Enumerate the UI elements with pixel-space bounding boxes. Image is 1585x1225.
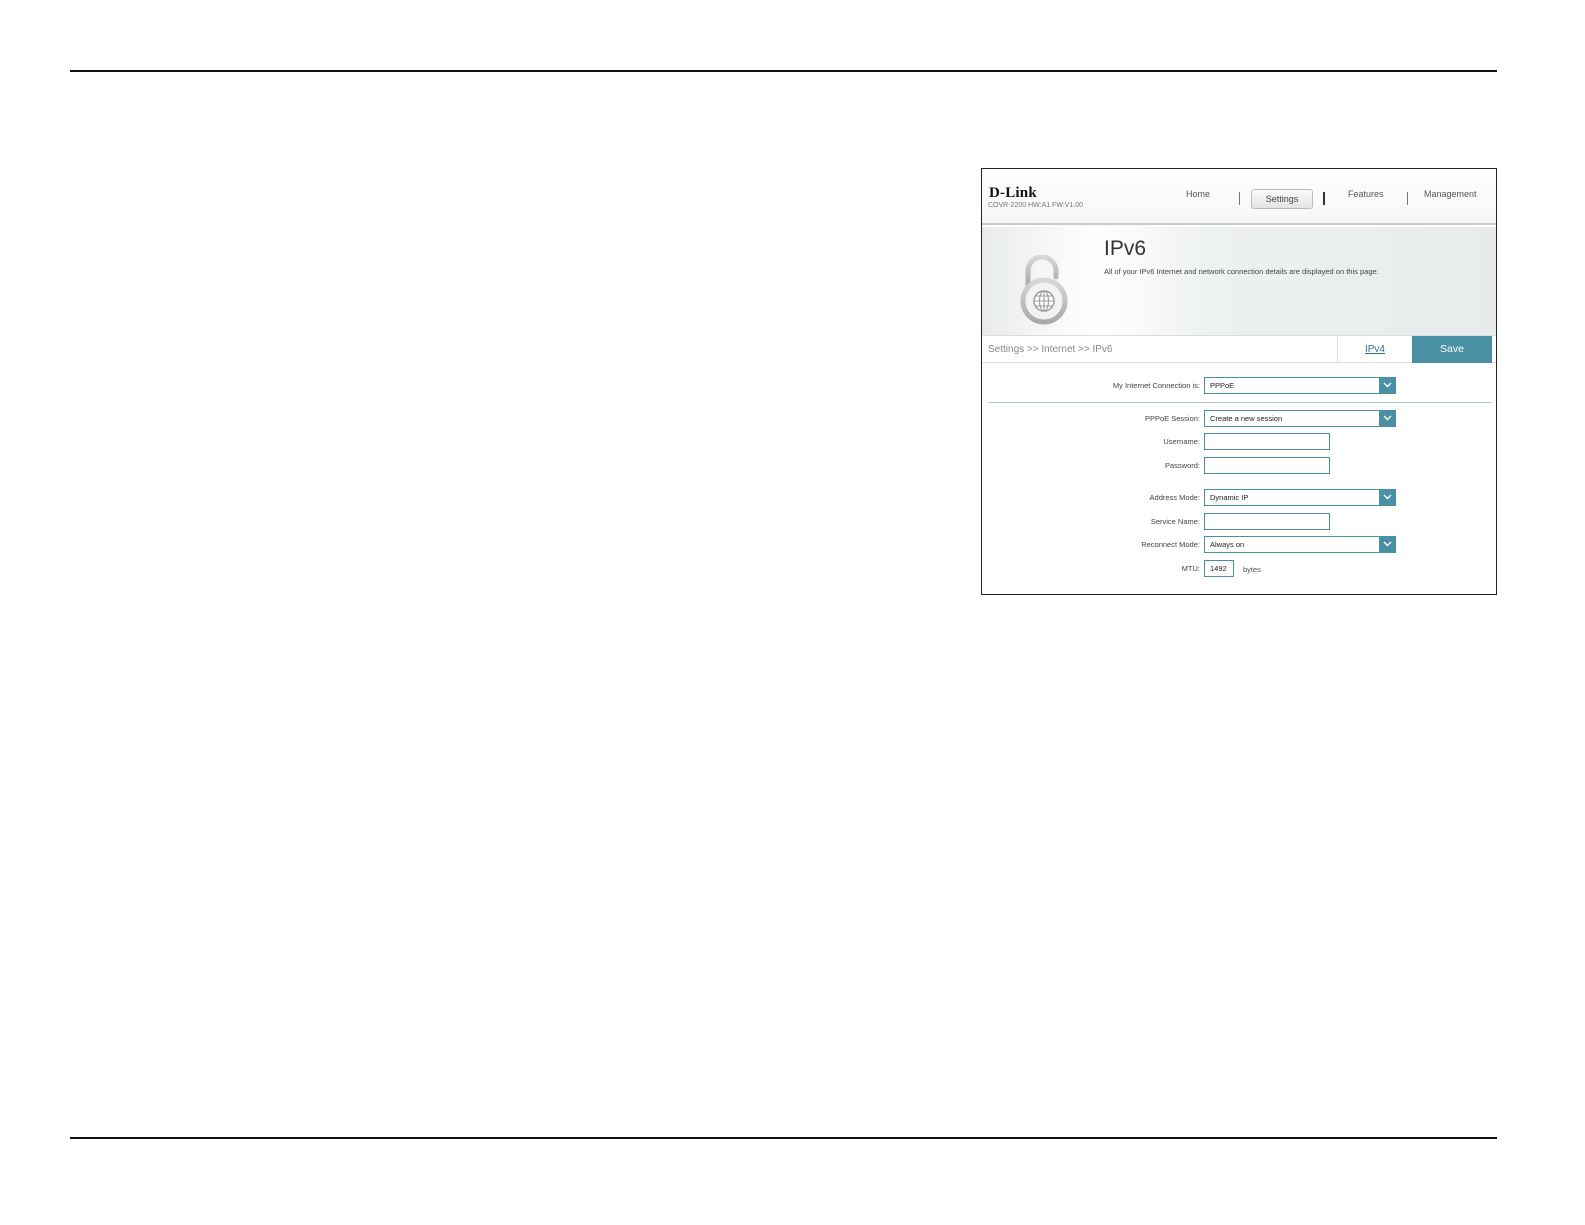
mtu-label: MTU: xyxy=(1181,564,1200,573)
password-label: Password: xyxy=(1164,461,1200,470)
page-description: All of your IPv6 Internet and network co… xyxy=(1104,267,1379,276)
reconnect-mode-value: Always on xyxy=(1210,540,1245,549)
chevron-down-icon[interactable] xyxy=(1379,410,1396,427)
model-info: COVR-2200 HW:A1 FW:V1.00 xyxy=(988,202,1084,209)
save-button[interactable]: Save xyxy=(1412,336,1492,363)
pppoe-session-label: PPPoE Session: xyxy=(1144,414,1200,423)
top-rule xyxy=(70,70,1497,72)
connection-type-value: PPPoE xyxy=(1210,381,1235,390)
mtu-field[interactable]: 1492 xyxy=(1204,560,1234,577)
username-label: Username: xyxy=(1163,437,1200,446)
address-mode-select[interactable]: Dynamic IP xyxy=(1204,489,1396,506)
chevron-down-icon[interactable] xyxy=(1379,377,1396,394)
nav-separator xyxy=(1323,192,1325,205)
nav-home[interactable]: Home xyxy=(1186,189,1210,199)
service-name-field[interactable] xyxy=(1204,513,1330,530)
connection-type-label: My Internet Connection is: xyxy=(1112,381,1200,390)
bottom-rule xyxy=(70,1137,1497,1139)
reconnect-mode-select[interactable]: Always on xyxy=(1204,536,1396,553)
reconnect-mode-label: Reconnect Mode: xyxy=(1141,540,1200,549)
connection-type-select[interactable]: PPPoE xyxy=(1204,377,1396,394)
nav-separator xyxy=(1239,192,1240,205)
page-banner: IPv6 All of your IPv6 Internet and netwo… xyxy=(982,227,1496,335)
service-name-label: Service Name: xyxy=(1150,517,1200,526)
section-divider xyxy=(988,402,1492,403)
pppoe-session-select[interactable]: Create a new session xyxy=(1204,410,1396,427)
mtu-unit: bytes xyxy=(1243,565,1261,574)
chevron-down-icon[interactable] xyxy=(1379,536,1396,553)
address-mode-label: Address Mode: xyxy=(1149,493,1200,502)
password-field[interactable] xyxy=(1204,457,1330,474)
nav-separator xyxy=(1407,192,1408,205)
dlink-logo: D-Link xyxy=(989,185,1037,201)
nav-settings[interactable]: Settings xyxy=(1251,189,1313,209)
ipv6-lock-globe-icon xyxy=(1012,254,1072,325)
breadcrumb: Settings >> Internet >> IPv6 xyxy=(988,344,1113,355)
header-bar: D-Link COVR-2200 HW:A1 FW:V1.00 Home Set… xyxy=(982,169,1496,225)
username-field[interactable] xyxy=(1204,433,1330,450)
pppoe-session-value: Create a new session xyxy=(1210,414,1283,423)
nav-features[interactable]: Features xyxy=(1348,189,1384,199)
ipv4-link[interactable]: IPv4 xyxy=(1337,336,1412,363)
nav-management[interactable]: Management xyxy=(1424,189,1477,199)
page-title: IPv6 xyxy=(1104,237,1147,260)
address-mode-value: Dynamic IP xyxy=(1210,493,1249,502)
router-ui-screenshot: D-Link COVR-2200 HW:A1 FW:V1.00 Home Set… xyxy=(981,168,1497,595)
breadcrumb-bar: Settings >> Internet >> IPv6 IPv4 Save xyxy=(982,335,1496,363)
chevron-down-icon[interactable] xyxy=(1379,489,1396,506)
